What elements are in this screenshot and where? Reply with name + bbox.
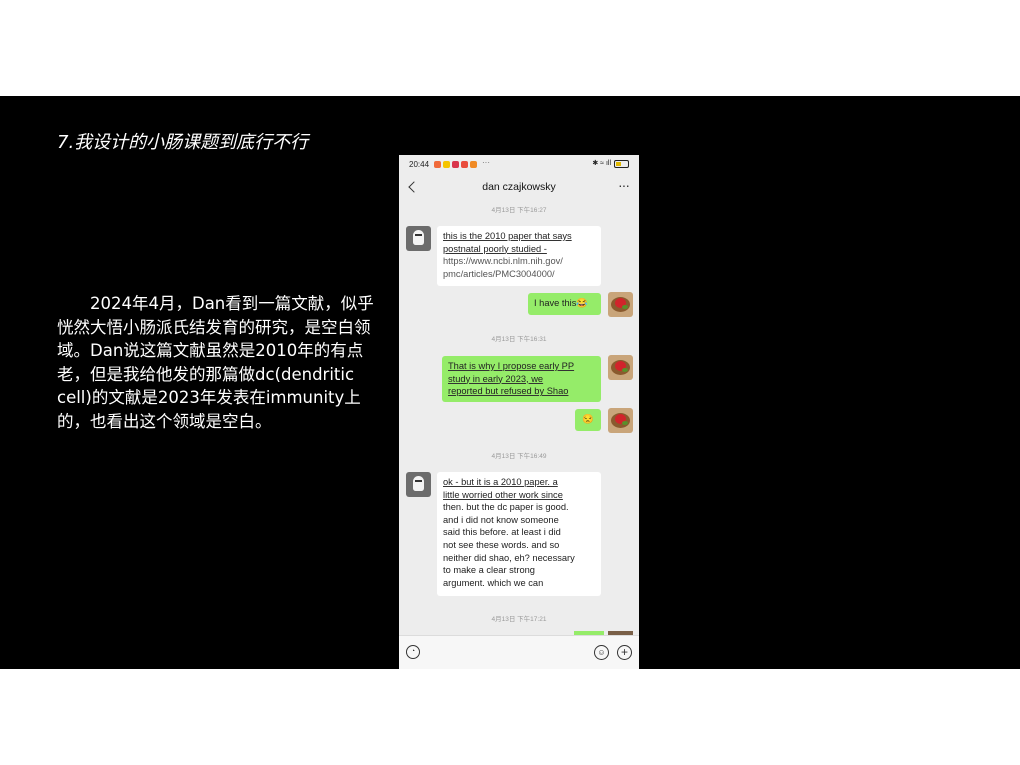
message-timestamp: 4月13日 下午17:21 — [491, 616, 547, 623]
slide-body-text: 2024年4月，Dan看到一篇文献，似乎恍然大悟小肠派氏结发育的研究，是空白领域… — [57, 292, 375, 433]
chat-header: dan czajkowsky ··· — [399, 175, 639, 201]
contact-avatar[interactable] — [406, 472, 431, 497]
message-text-line: ok - but it is a 2010 paper. a — [443, 477, 558, 487]
message-text-line: this is the 2010 paper that says — [443, 231, 572, 241]
message-text-line: to make a clear strong — [443, 565, 535, 576]
slide: 7.我设计的小肠课题到底行不行 2024年4月，Dan看到一篇文献，似乎恍然大悟… — [0, 96, 1020, 669]
slide-body-paragraph: 2024年4月，Dan看到一篇文献，似乎恍然大悟小肠派氏结发育的研究，是空白领域… — [57, 294, 374, 431]
message-text-line: then. but the dc paper is good. — [443, 502, 569, 513]
message-bubble-outgoing[interactable]: I have this😂 — [528, 293, 601, 315]
message-link[interactable]: https://www.ncbi.nlm.nih.gov/ — [443, 255, 595, 268]
notification-icon — [470, 161, 477, 168]
notification-icon — [434, 161, 441, 168]
notification-icons — [434, 161, 477, 168]
message-text-line: reported but refused by Shao — [448, 386, 569, 397]
slide-title: 7.我设计的小肠课题到底行不行 — [57, 132, 309, 153]
input-bar: ◔ ☺ + — [399, 635, 639, 669]
message-text-line: postnatal poorly studied - — [443, 243, 547, 254]
plus-icon[interactable]: + — [617, 645, 632, 660]
message-input[interactable] — [427, 641, 587, 663]
contact-avatar[interactable] — [406, 226, 431, 251]
message-link[interactable]: pmc/articles/PMC3004000/ — [443, 268, 595, 281]
notification-icon — [443, 161, 450, 168]
message-bubble-outgoing[interactable]: 😒 — [575, 409, 601, 431]
phone-screenshot: 20:44 ··· ✱ ≈ ıll dan czajkowsky ··· 4月1… — [399, 155, 639, 669]
message-text-line: said this before. at least i did — [443, 527, 561, 538]
message-bubble-incoming[interactable]: this is the 2010 paper that says postnat… — [437, 226, 601, 286]
message-text-line: and i did not know someone — [443, 514, 559, 525]
status-bar: 20:44 ··· ✱ ≈ ıll — [399, 155, 639, 175]
user-avatar[interactable] — [608, 355, 633, 380]
message-text: I have this — [534, 298, 577, 308]
user-avatar[interactable] — [608, 292, 633, 317]
message-text-line: That is why I propose early PP — [448, 361, 575, 371]
message-timestamp: 4月13日 下午16:49 — [491, 453, 547, 460]
emoji-icon[interactable]: ☺ — [594, 645, 609, 660]
laughing-emoji-icon: 😂 — [576, 298, 588, 308]
message-bubble-outgoing[interactable]: That is why I propose early PP study in … — [442, 356, 601, 402]
voice-input-icon[interactable]: ◔ — [406, 645, 420, 659]
message-text-line: I have this😂 — [534, 297, 595, 310]
message-timestamp: 4月13日 下午16:27 — [491, 207, 547, 214]
notification-icon — [452, 161, 459, 168]
message-text-line: study in early 2023, we — [448, 373, 544, 384]
status-more: ··· — [482, 158, 490, 167]
message-text-line: little worried other work since — [443, 489, 563, 500]
battery-icon — [614, 160, 629, 168]
user-avatar[interactable] — [608, 408, 633, 433]
message-timestamp: 4月13日 下午16:31 — [491, 336, 547, 343]
status-signal-icons: ✱ ≈ ıll — [592, 160, 611, 167]
message-text-line: argument. which we can — [443, 577, 544, 588]
contact-name: dan czajkowsky — [482, 181, 556, 193]
status-time: 20:44 — [409, 160, 430, 169]
message-text-line: neither did shao, eh? necessary — [443, 552, 575, 563]
notification-icon — [461, 161, 468, 168]
more-options-icon[interactable]: ··· — [618, 177, 630, 193]
message-text-line: not see these words. and so — [443, 539, 560, 550]
unamused-emoji-icon: 😒 — [582, 414, 594, 424]
status-right-icons: ✱ ≈ ıll — [592, 160, 629, 168]
message-bubble-incoming[interactable]: ok - but it is a 2010 paper. a little wo… — [437, 472, 601, 596]
